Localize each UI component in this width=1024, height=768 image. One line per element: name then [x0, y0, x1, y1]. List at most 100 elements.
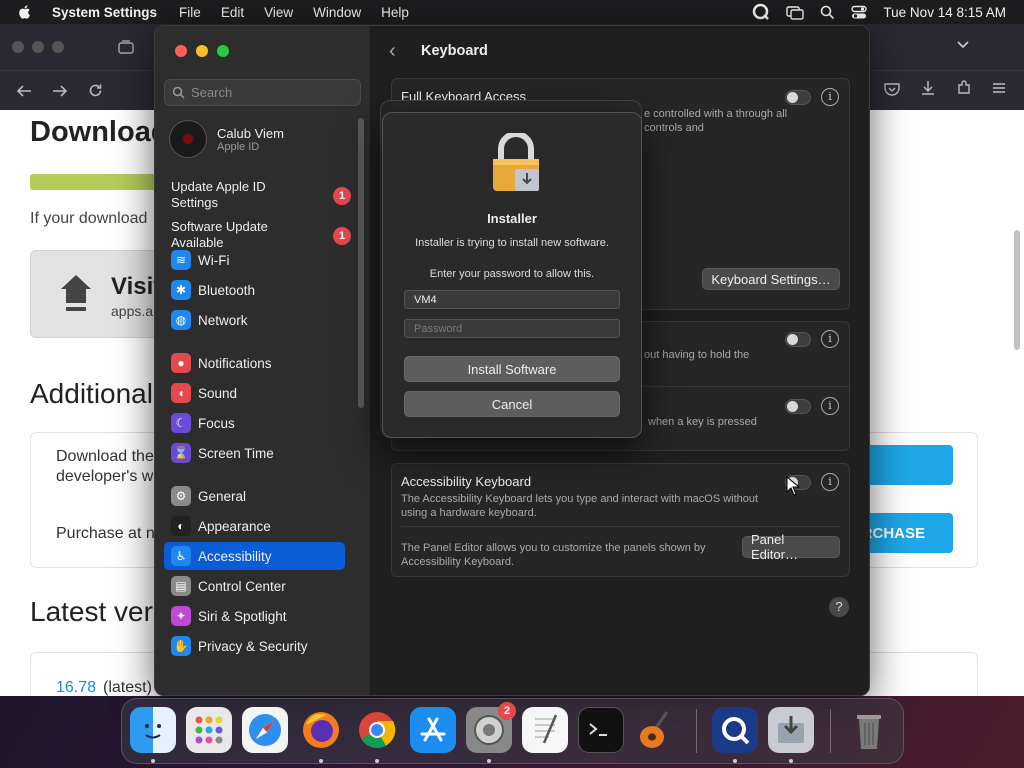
chevron-down-icon[interactable]: [956, 40, 970, 50]
accessibility-keyboard-info-icon[interactable]: i: [821, 473, 839, 491]
textedit-icon[interactable]: [522, 707, 568, 753]
sidebar-item-label: Wi-Fi: [198, 252, 230, 268]
menu-edit[interactable]: Edit: [221, 5, 244, 20]
keyboard-settings-button[interactable]: Keyboard Settings…: [702, 268, 840, 290]
sidebar-item-label: Notifications: [198, 355, 272, 371]
control-center-icon: ▤: [171, 576, 191, 596]
hamburger-menu-icon[interactable]: [992, 82, 1006, 94]
cancel-button[interactable]: Cancel: [404, 391, 620, 417]
accessibility-keyboard-title: Accessibility Keyboard: [401, 474, 532, 489]
page-scrollbar[interactable]: [1014, 230, 1020, 350]
menu-app-name[interactable]: System Settings: [52, 5, 157, 20]
sidebar-item-bluetooth[interactable]: ✱ Bluetooth: [164, 276, 345, 304]
card-purchase-text: Purchase at n: [56, 525, 155, 542]
sidebar-item-siri-spotlight[interactable]: ✦ Siri & Spotlight: [164, 602, 345, 630]
menu-help[interactable]: Help: [381, 5, 409, 20]
install-software-button[interactable]: Install Software: [404, 356, 620, 382]
sticky-keys-info-icon[interactable]: i: [821, 330, 839, 348]
visit-sub: apps.a: [111, 303, 154, 319]
notifications-icon: ●: [171, 353, 191, 373]
forward-arrow-icon[interactable]: [52, 84, 68, 98]
safari-icon[interactable]: [242, 707, 288, 753]
browser-close-button[interactable]: [12, 41, 24, 53]
window-zoom-button[interactable]: [217, 45, 229, 57]
sidebar-search[interactable]: [164, 79, 361, 106]
launchpad-icon[interactable]: [186, 707, 232, 753]
latest-version-link[interactable]: 16.78: [56, 679, 96, 696]
app-store-icon[interactable]: [410, 707, 456, 753]
fka-description: e controlled with a through all controls…: [644, 108, 788, 134]
sidebar-scrollbar[interactable]: [358, 118, 364, 408]
username-field[interactable]: [404, 290, 620, 309]
slow-keys-toggle[interactable]: [785, 399, 811, 414]
sidebar-item-network[interactable]: ◍ Network: [164, 306, 345, 334]
update-apple-id-row[interactable]: Update Apple ID Settings 1: [171, 179, 351, 211]
network-icon: ◍: [171, 310, 191, 330]
control-center-icon[interactable]: [851, 5, 868, 20]
sidebar-item-notifications[interactable]: ● Notifications: [164, 349, 345, 377]
firefox-icon[interactable]: [298, 707, 344, 753]
garageband-icon[interactable]: [634, 707, 680, 753]
home-icon: [61, 275, 91, 311]
browser-zoom-button[interactable]: [52, 41, 64, 53]
sidebar-item-appearance[interactable]: ◐ Appearance: [164, 512, 345, 540]
chrome-icon[interactable]: [354, 707, 400, 753]
spotlight-search-icon[interactable]: [820, 5, 835, 20]
siri-spotlight-icon: ✦: [171, 606, 191, 626]
slow-keys-info-icon[interactable]: i: [821, 397, 839, 415]
menu-window[interactable]: Window: [313, 5, 361, 20]
sidebar-item-sound[interactable]: ◖ Sound: [164, 379, 345, 407]
slow-keys-description: when a key is pressed: [648, 416, 757, 428]
apple-menu-icon[interactable]: [16, 3, 34, 21]
sidebar-item-screen-time[interactable]: ⌛ Screen Time: [164, 439, 345, 467]
heading-additional: Additional: [30, 378, 153, 409]
sidebar-item-label: Control Center: [198, 578, 286, 594]
sidebar-item-focus[interactable]: ☾ Focus: [164, 409, 345, 437]
update-apple-id-label: Update Apple ID Settings: [171, 179, 266, 210]
fka-toggle[interactable]: [785, 90, 811, 105]
password-field[interactable]: [404, 319, 620, 338]
sidebar-item-wi-fi[interactable]: ≋ Wi-Fi: [164, 246, 345, 274]
browser-minimize-button[interactable]: [32, 41, 44, 53]
page-heading-download: Download: [30, 116, 169, 148]
panel-editor-button[interactable]: Panel Editor…: [742, 532, 840, 562]
help-button[interactable]: ?: [829, 597, 849, 617]
finder-icon[interactable]: [130, 707, 176, 753]
apple-id-profile[interactable]: Calub Viem Apple ID: [169, 119, 284, 159]
menu-bar: System Settings File Edit View Window He…: [0, 0, 1024, 24]
fka-info-icon[interactable]: i: [821, 88, 839, 106]
appearance-icon: ◐: [171, 516, 191, 536]
screen-mirroring-icon[interactable]: [786, 4, 805, 20]
quicktime-player-icon[interactable]: [712, 707, 758, 753]
extensions-icon[interactable]: [956, 80, 972, 96]
sidebar-item-general[interactable]: ⚙ General: [164, 482, 345, 510]
back-arrow-icon[interactable]: [16, 84, 32, 98]
menu-file[interactable]: File: [179, 5, 201, 20]
downloads-icon[interactable]: [920, 80, 936, 96]
sidebar-item-control-center[interactable]: ▤ Control Center: [164, 572, 345, 600]
quicktime-status-icon[interactable]: [752, 3, 770, 21]
window-minimize-button[interactable]: [196, 45, 208, 57]
terminal-icon[interactable]: [578, 707, 624, 753]
window-close-button[interactable]: [175, 45, 187, 57]
pocket-icon[interactable]: [884, 82, 900, 96]
menu-view[interactable]: View: [264, 5, 293, 20]
trash-icon[interactable]: [846, 707, 892, 753]
dialog-prompt: Enter your password to allow this.: [429, 268, 595, 280]
accessibility-keyboard-description: The Accessibility Keyboard lets you type…: [401, 493, 759, 519]
sidebar-item-label: Screen Time: [198, 445, 274, 461]
software-update-badge: 1: [333, 227, 351, 245]
sidebar-item-accessibility[interactable]: ♿ Accessibility: [164, 542, 345, 570]
sidebar-item-label: Bluetooth: [198, 282, 256, 298]
dock: 2: [121, 698, 904, 764]
installer-dock-icon[interactable]: [768, 707, 814, 753]
sidebar-item-label: Privacy & Security: [198, 638, 308, 654]
search-input[interactable]: [191, 85, 351, 100]
sticky-keys-toggle[interactable]: [785, 332, 811, 347]
reload-icon[interactable]: [88, 83, 103, 98]
tab-overview-icon[interactable]: [118, 40, 134, 54]
sidebar-item-privacy-security[interactable]: ✋ Privacy & Security: [164, 632, 345, 660]
back-chevron-icon[interactable]: ‹: [389, 40, 411, 62]
profile-name: Calub Viem: [217, 125, 284, 141]
menu-clock[interactable]: Tue Nov 14 8:15 AM: [883, 5, 1006, 20]
